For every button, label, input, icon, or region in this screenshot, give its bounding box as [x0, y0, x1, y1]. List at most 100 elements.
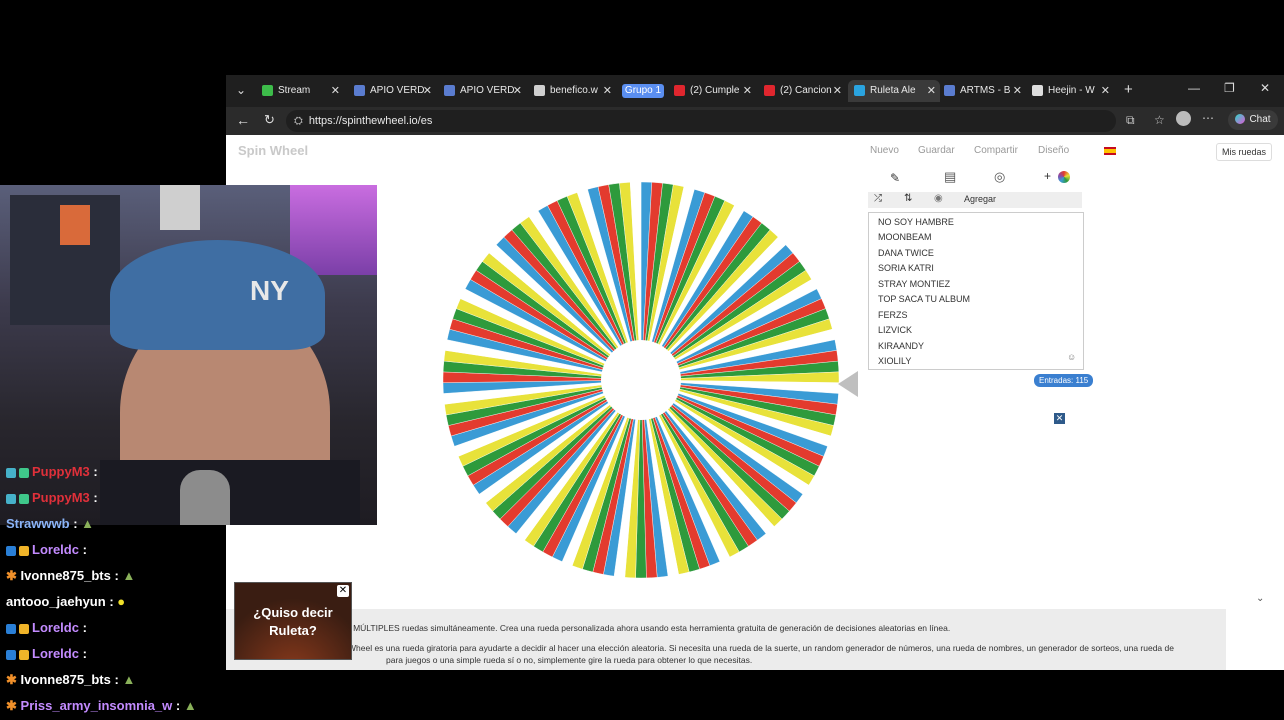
- emote-icon: ●: [117, 594, 126, 609]
- site-logo[interactable]: Spin Wheel: [238, 143, 308, 158]
- reload-icon[interactable]: ↻: [264, 112, 275, 128]
- more-menu-icon[interactable]: ⋯: [1202, 111, 1214, 125]
- chat-text: :: [114, 568, 119, 583]
- search-icon: [444, 84, 455, 96]
- spain-flag-icon[interactable]: [1104, 147, 1116, 155]
- spin-wheel[interactable]: [441, 180, 841, 580]
- close-tab-icon[interactable]: ✕: [423, 80, 432, 102]
- search-icon: [944, 84, 955, 96]
- close-tab-icon[interactable]: ✕: [513, 80, 522, 102]
- nav-guardar[interactable]: Guardar: [918, 145, 955, 156]
- chat-message: Loreldc :: [6, 646, 87, 661]
- tab-apio-2[interactable]: APIO VERD ✕: [444, 80, 522, 102]
- extensions-icon[interactable]: ⧉: [1126, 113, 1135, 128]
- close-tab-icon[interactable]: ✕: [833, 80, 842, 102]
- tab-cumple[interactable]: (2) Cumple ✕: [674, 80, 752, 102]
- tab-stream[interactable]: Stream ✕: [262, 80, 340, 102]
- streamer-cap: [110, 240, 325, 350]
- close-tab-icon[interactable]: ✕: [1013, 80, 1022, 102]
- chat-text: :: [175, 698, 181, 713]
- restore-icon[interactable]: ❐: [1224, 81, 1235, 95]
- edit-pencil-icon[interactable]: ✎: [890, 171, 900, 185]
- chat-message: Strawwwb : ▲: [6, 516, 94, 531]
- kick-icon: [262, 84, 273, 96]
- streamer-jacket: [100, 460, 360, 525]
- entries-count-badge: Entradas: 115: [1034, 374, 1094, 387]
- new-tab-icon[interactable]: +: [1124, 81, 1133, 98]
- chat-username: Priss_army_insomnia_w: [20, 698, 173, 713]
- youtube-icon: [674, 84, 685, 96]
- badge-icon: [6, 467, 16, 478]
- tab-group-label[interactable]: Grupo 1: [622, 84, 664, 98]
- nav-diseno[interactable]: Diseño: [1038, 145, 1069, 156]
- add-entry-button[interactable]: Agregar: [964, 194, 996, 204]
- chat-message: ✱ Priss_army_insomnia_w : ▲: [6, 698, 197, 714]
- results-icon[interactable]: ▤: [944, 169, 956, 185]
- chat-username: Strawwwb: [6, 516, 70, 531]
- emote-icon: ▲: [122, 568, 136, 583]
- site-info-icon[interactable]: ⛭: [294, 115, 303, 127]
- nav-compartir[interactable]: Compartir: [974, 145, 1018, 156]
- badge-icon: ✱: [6, 698, 17, 713]
- shuffle-icon[interactable]: ⤮: [874, 193, 882, 204]
- description-line: o MÚLTIPLES ruedas simultáneamente. Crea…: [346, 623, 951, 633]
- popup-text: ¿Quiso decir: [253, 605, 333, 620]
- close-popup-icon[interactable]: ✕: [337, 585, 349, 597]
- tab-artms[interactable]: ARTMS - B ✕: [944, 80, 1022, 102]
- list-item: STRAY MONTIEZ: [878, 279, 951, 289]
- add-wheel-icon[interactable]: +: [1044, 169, 1051, 183]
- chat-username: Ivonne875_bts: [20, 672, 111, 687]
- emote-icon: ▲: [81, 516, 95, 531]
- emoji-icon[interactable]: ☺: [1067, 352, 1076, 362]
- my-wheels-button[interactable]: Mis ruedas: [1216, 143, 1273, 161]
- poster-image: [60, 205, 90, 245]
- badge-icon: [19, 649, 29, 660]
- entries-textarea[interactable]: NO SOY HAMBRE MOONBEAM DANA TWICE SORIA …: [868, 212, 1084, 370]
- close-tab-icon[interactable]: ✕: [331, 80, 340, 102]
- profile-avatar[interactable]: [1176, 111, 1191, 126]
- copilot-icon: [1235, 114, 1246, 125]
- favorites-icon[interactable]: ☆: [1154, 113, 1165, 127]
- ad-close-icon[interactable]: ✕: [1054, 413, 1065, 424]
- image-icon[interactable]: ◉: [934, 193, 943, 204]
- close-window-icon[interactable]: ✕: [1260, 81, 1270, 95]
- tab-apio-1[interactable]: APIO VERD ✕: [354, 80, 432, 102]
- color-palette-icon[interactable]: [1058, 171, 1070, 183]
- close-tab-icon[interactable]: ✕: [603, 80, 612, 102]
- list-item: MOONBEAM: [878, 232, 932, 242]
- close-tab-icon[interactable]: ✕: [743, 80, 752, 102]
- wheel-center[interactable]: [601, 340, 681, 420]
- chat-username: PuppyM3: [32, 490, 90, 505]
- url-field[interactable]: ⛭ https://spinthewheel.io/es: [286, 110, 1116, 132]
- back-icon[interactable]: ←: [236, 112, 250, 128]
- youtube-icon: [764, 84, 775, 96]
- chat-text: :: [109, 594, 114, 609]
- minimize-icon[interactable]: —: [1188, 81, 1200, 95]
- tab-bar: ⌄ Stream ✕ APIO VERD ✕ APIO VERD ✕ benefico…: [226, 75, 1284, 107]
- close-tab-icon[interactable]: ✕: [927, 80, 936, 102]
- hide-icon[interactable]: ◎: [994, 169, 1005, 185]
- list-item: FERZS: [878, 310, 908, 320]
- tab-cancion[interactable]: (2) Cancion ✕: [764, 80, 842, 102]
- chat-message: Loreldc :: [6, 542, 87, 557]
- sort-icon[interactable]: ⇅: [904, 193, 912, 204]
- roulette-suggestion-popup[interactable]: ¿Quiso decir Ruleta? ✕: [234, 582, 352, 660]
- tab-list-chevron-icon[interactable]: ⌄: [236, 83, 246, 97]
- chat-text: :: [82, 646, 87, 661]
- badge-icon: ✱: [6, 568, 17, 583]
- tab-ruleta[interactable]: Ruleta Ale ✕: [848, 80, 940, 102]
- copilot-chat-button[interactable]: Chat: [1228, 110, 1278, 130]
- chat-message: PuppyM3 :: [6, 464, 98, 479]
- tab-heejin[interactable]: Heejin - W ✕: [1032, 80, 1110, 102]
- chat-text: :: [82, 620, 87, 635]
- scroll-down-icon[interactable]: ⌄: [1256, 593, 1264, 604]
- close-tab-icon[interactable]: ✕: [1101, 80, 1110, 102]
- list-item: SORIA KATRI: [878, 263, 934, 273]
- search-icon: [354, 84, 365, 96]
- nav-nuevo[interactable]: Nuevo: [870, 145, 899, 156]
- chat-username: antooo_jaehyun: [6, 594, 106, 609]
- wikipedia-icon: [1032, 84, 1043, 96]
- chat-message: Loreldc :: [6, 620, 87, 635]
- badge-icon: [6, 493, 16, 504]
- tab-benefico[interactable]: benefico.w ✕: [534, 80, 612, 102]
